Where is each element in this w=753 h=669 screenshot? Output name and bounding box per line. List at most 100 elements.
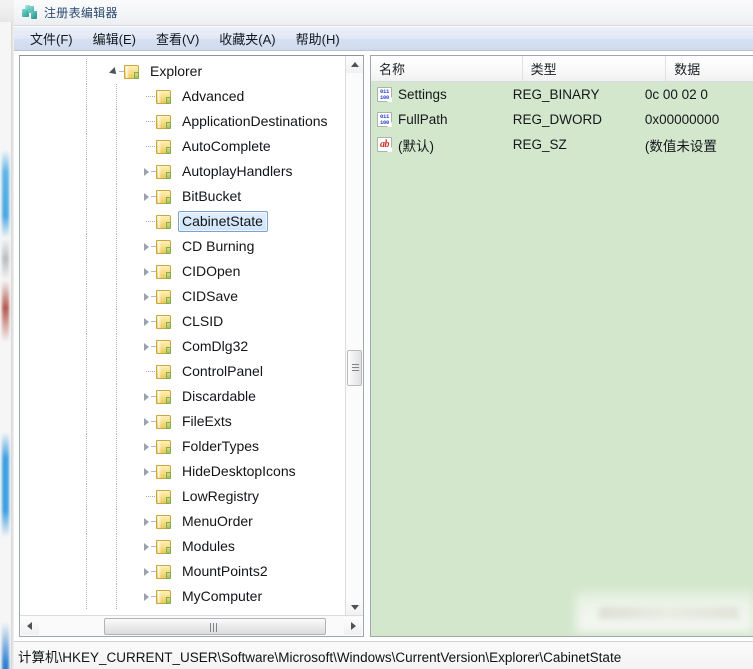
folder-icon: [156, 89, 173, 105]
tree-node-controlpanel[interactable]: ControlPanel: [20, 359, 345, 384]
value-data-cell: (数值未设置: [643, 135, 753, 155]
tree-node-foldertypes[interactable]: FolderTypes: [20, 434, 345, 459]
tree-node-label: LowRegistry: [178, 486, 264, 507]
tree-vertical-scrollbar[interactable]: [345, 56, 363, 616]
tree-expander-collapsed-icon[interactable]: [140, 234, 156, 259]
tree-expander-collapsed-icon[interactable]: [140, 159, 156, 184]
tree-guide-line: [116, 134, 118, 159]
tree-guide-line-root: [86, 334, 88, 359]
folder-icon: [156, 439, 173, 455]
menu-favorites[interactable]: 收藏夹(A): [209, 27, 285, 51]
tree-guide-line-root: [86, 84, 88, 109]
tree-leaf-connector: [140, 134, 156, 159]
tree-node-fileexts[interactable]: FileExts: [20, 409, 345, 434]
tree-guide-line-root: [86, 409, 88, 434]
tree-guide-line: [116, 334, 118, 359]
column-name[interactable]: 名称: [371, 56, 523, 81]
folder-icon: [156, 164, 173, 180]
tree-node-label: HideDesktopIcons: [178, 461, 301, 482]
value-type-cell: REG_BINARY: [511, 87, 643, 102]
scroll-right-button[interactable]: [344, 617, 362, 635]
tree-node-advanced[interactable]: Advanced: [20, 84, 345, 109]
value-row[interactable]: 011100FullPathREG_DWORD0x00000000: [371, 107, 753, 132]
list-body: 011100SettingsREG_BINARY0c 00 02 0011100…: [371, 82, 753, 637]
tree-guide-line: [116, 459, 118, 484]
tree-expander-collapsed-icon[interactable]: [140, 584, 156, 609]
tree-expander-collapsed-icon[interactable]: [140, 334, 156, 359]
tree-guide-line: [116, 84, 118, 109]
menu-file[interactable]: 文件(F): [20, 27, 83, 51]
tree-expander-collapsed-icon[interactable]: [140, 509, 156, 534]
tree-node-label: Advanced: [178, 86, 249, 107]
tree-guide-line-root: [86, 309, 88, 334]
registry-tree-pane: ExplorerAdvancedApplicationDestinationsA…: [19, 55, 364, 637]
folder-icon: [156, 389, 173, 405]
menu-view[interactable]: 查看(V): [146, 27, 209, 51]
tree-node-label: Modules: [178, 536, 240, 557]
tree-leaf-connector: [140, 109, 156, 134]
tree-node-comdlg32[interactable]: ComDlg32: [20, 334, 345, 359]
window-title: 注册表编辑器: [44, 4, 118, 21]
tree-guide-line: [116, 109, 118, 134]
tree-expander-collapsed-icon[interactable]: [140, 259, 156, 284]
scroll-up-button[interactable]: [346, 56, 363, 73]
tree-node-mountpoints2[interactable]: MountPoints2: [20, 559, 345, 584]
tree-node-explorer[interactable]: Explorer: [20, 59, 345, 84]
folder-icon: [156, 239, 173, 255]
folder-icon: [156, 139, 173, 155]
menu-edit[interactable]: 编辑(E): [83, 27, 146, 51]
tree-node-clsid[interactable]: CLSID: [20, 309, 345, 334]
tree-node-label: ComDlg32: [178, 336, 253, 357]
tree-node-menuorder[interactable]: MenuOrder: [20, 509, 345, 534]
tree-leaf-connector: [140, 484, 156, 509]
tree-guide-line: [116, 209, 118, 234]
vertical-scroll-thumb[interactable]: [347, 350, 362, 386]
tree-guide-line: [116, 184, 118, 209]
scroll-down-button[interactable]: [346, 599, 363, 616]
tree-node-autocomplete[interactable]: AutoComplete: [20, 134, 345, 159]
tree-node-cidsave[interactable]: CIDSave: [20, 284, 345, 309]
tree-guide-line-root: [86, 359, 88, 384]
tree-node-hidedesktopicons[interactable]: HideDesktopIcons: [20, 459, 345, 484]
scroll-left-button[interactable]: [21, 617, 39, 635]
tree-expander-collapsed-icon[interactable]: [140, 459, 156, 484]
tree-node-autoplayhandlers[interactable]: AutoplayHandlers: [20, 159, 345, 184]
tree-node-cidopen[interactable]: CIDOpen: [20, 259, 345, 284]
value-data-cell: 0c 00 02 0: [643, 87, 753, 102]
folder-icon: [156, 214, 173, 230]
tree-expander-expanded-icon[interactable]: [108, 59, 124, 84]
folder-icon: [156, 464, 173, 480]
tree-expander-collapsed-icon[interactable]: [140, 284, 156, 309]
tree-node-label: AutoComplete: [178, 136, 276, 157]
value-name-cell: ab(默认): [371, 135, 511, 155]
horizontal-scroll-thumb[interactable]: [104, 618, 326, 635]
tree-expander-collapsed-icon[interactable]: [140, 309, 156, 334]
tree-node-bitbucket[interactable]: BitBucket: [20, 184, 345, 209]
tree-expander-collapsed-icon[interactable]: [140, 409, 156, 434]
tree-node-modules[interactable]: Modules: [20, 534, 345, 559]
tree-horizontal-scrollbar[interactable]: [20, 615, 363, 636]
tree-leaf-connector: [140, 84, 156, 109]
tree-node-discardable[interactable]: Discardable: [20, 384, 345, 409]
tree-node-applicationdestinations[interactable]: ApplicationDestinations: [20, 109, 345, 134]
column-data[interactable]: 数据: [666, 56, 753, 81]
tree-node-cd-burning[interactable]: CD Burning: [20, 234, 345, 259]
chevron-right-icon: [351, 622, 356, 630]
tree-expander-collapsed-icon[interactable]: [140, 384, 156, 409]
tree-connector-line: [146, 371, 155, 372]
tree-node-mycomputer[interactable]: MyComputer: [20, 584, 345, 609]
folder-icon: [156, 314, 173, 330]
tree-expander-collapsed-icon[interactable]: [140, 184, 156, 209]
value-row[interactable]: 011100SettingsREG_BINARY0c 00 02 0: [371, 82, 753, 107]
tree-expander-collapsed-icon[interactable]: [140, 559, 156, 584]
value-row[interactable]: ab(默认)REG_SZ(数值未设置: [371, 132, 753, 157]
tree-node-label: CD Burning: [178, 236, 259, 257]
tree-node-lowregistry[interactable]: LowRegistry: [20, 484, 345, 509]
tree-expander-collapsed-icon[interactable]: [140, 434, 156, 459]
menu-help[interactable]: 帮助(H): [286, 27, 350, 51]
tree-guide-line-root: [86, 559, 88, 584]
tree-expander-collapsed-icon[interactable]: [140, 534, 156, 559]
tree-guide-line-root: [86, 59, 88, 84]
column-type[interactable]: 类型: [523, 56, 667, 81]
tree-node-cabinetstate[interactable]: CabinetState: [20, 209, 345, 234]
